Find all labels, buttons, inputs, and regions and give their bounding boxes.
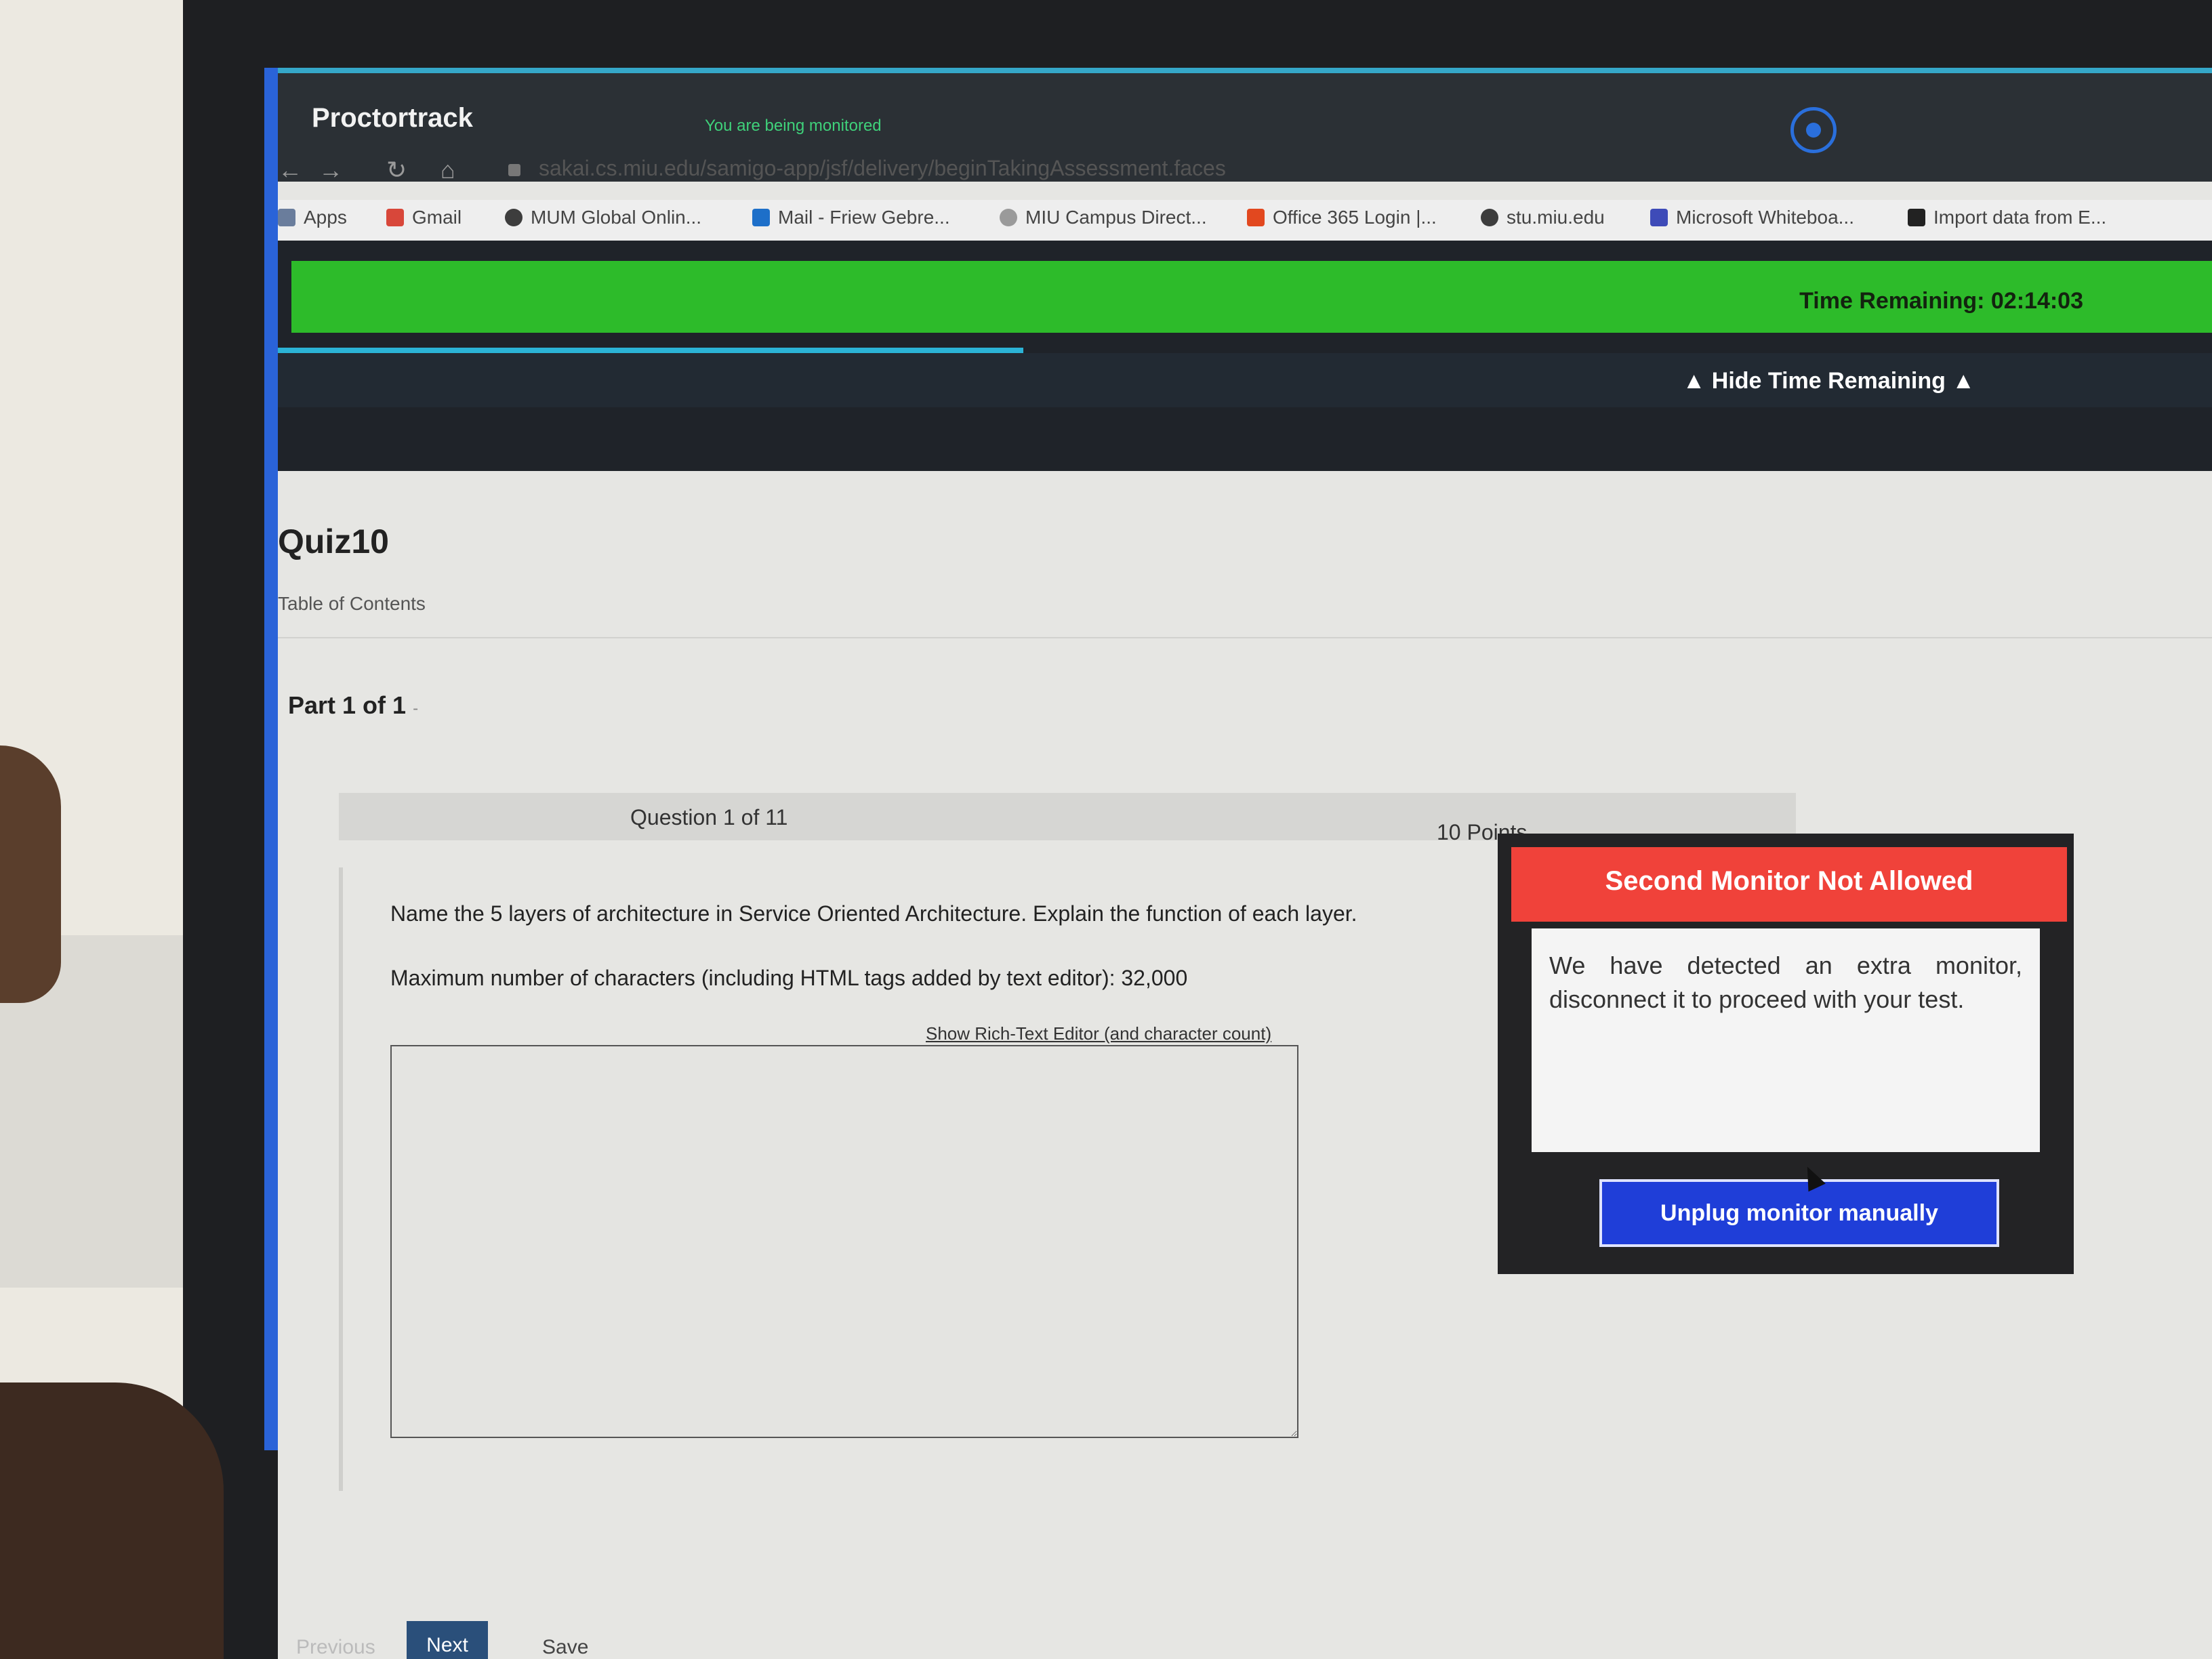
bookmark-stu-miu[interactable]: stu.miu.edu [1481,207,1605,228]
forward-arrow-icon[interactable]: → [319,156,343,184]
bookmark-label: Microsoft Whiteboa... [1676,207,1854,228]
proctortrack-title: Proctortrack [312,103,473,133]
office-icon [1247,209,1265,226]
apps-grid-icon [278,209,295,226]
reload-icon[interactable]: ↻ [386,156,407,184]
foreground-hand [0,1382,224,1659]
modal-title: Second Monitor Not Allowed [1605,866,1973,896]
eye-icon[interactable] [1790,107,1837,153]
background-hand [0,745,61,1003]
globe-icon [1481,209,1498,226]
modal-header: Second Monitor Not Allowed [1511,847,2067,922]
table-of-contents-link[interactable]: Table of Contents [278,593,426,615]
show-rich-text-editor-link[interactable]: Show Rich-Text Editor (and character cou… [926,1023,1271,1044]
bookmark-label: stu.miu.edu [1507,207,1605,228]
previous-button[interactable]: Previous [288,1626,384,1659]
bookmark-mum-global[interactable]: MUM Global Onlin... [505,207,701,228]
bookmark-apps[interactable]: Apps [278,207,347,228]
bookmark-mail[interactable]: Mail - Friew Gebre... [752,207,950,228]
unplug-monitor-button[interactable]: Unplug monitor manually [1599,1179,1999,1247]
part-label-text: Part 1 of 1 [288,691,407,719]
question-text: Name the 5 layers of architecture in Ser… [390,901,1357,926]
bookmark-label: MUM Global Onlin... [531,207,702,228]
bookmarks-bar: Apps Gmail MUM Global Onlin... Mail - Fr… [278,200,2212,241]
part-label-suffix: - [413,699,419,718]
whiteboard-icon [1650,209,1668,226]
home-icon[interactable]: ⌂ [441,156,455,184]
bookmark-label: Office 365 Login |... [1273,207,1437,228]
monitor-screen: Proctortrack You are being monitored ← →… [278,68,2212,1659]
bookmark-office365[interactable]: Office 365 Login |... [1247,207,1437,228]
bookmark-label: Apps [304,207,347,228]
hide-time-remaining-toggle[interactable]: ▲ Hide Time Remaining ▲ [1683,368,1975,394]
gmail-icon [386,209,404,226]
save-button[interactable]: Save [529,1626,602,1659]
browser-url-row: ← → ↻ ⌂ sakai.cs.miu.edu/samigo-app/jsf/… [278,156,2212,184]
back-arrow-icon[interactable]: ← [278,156,302,184]
second-monitor-modal: Second Monitor Not Allowed We have detec… [1498,834,2074,1274]
bookmark-miu-campus[interactable]: MIU Campus Direct... [1000,207,1207,228]
bookmark-label: Mail - Friew Gebre... [778,207,950,228]
address-bar[interactable]: sakai.cs.miu.edu/samigo-app/jsf/delivery… [539,156,1226,181]
question-number: Question 1 of 11 [630,805,788,830]
max-characters-note: Maximum number of characters (including … [390,966,1188,990]
campus-icon [1000,209,1017,226]
bookmark-import-data[interactable]: Import data from E... [1908,207,2106,228]
bookmark-label: MIU Campus Direct... [1025,207,1207,228]
time-remaining: Time Remaining: 02:14:03 [1799,288,2083,314]
import-icon [1908,209,1925,226]
question-body: Name the 5 layers of architecture in Ser… [339,867,1495,1491]
photo-scene: Proctortrack You are being monitored ← →… [0,0,2212,1659]
globe-icon [505,209,523,226]
hide-time-bar: ▲ Hide Time Remaining ▲ [278,353,2212,407]
bookmark-label: Gmail [412,207,462,228]
answer-textarea[interactable] [390,1045,1298,1438]
timer-band: Time Remaining: 02:14:03 ▲ Hide Time Rem… [278,241,2212,471]
outlook-icon [752,209,770,226]
bookmark-label: Import data from E... [1933,207,2107,228]
divider [278,637,2212,638]
lock-icon [508,164,520,176]
modal-message: We have detected an extra monitor, disco… [1532,928,2040,1152]
bookmark-whiteboard[interactable]: Microsoft Whiteboa... [1650,207,1854,228]
bookmark-gmail[interactable]: Gmail [386,207,462,228]
part-label: Part 1 of 1 - [288,691,418,720]
quiz-title: Quiz10 [278,523,389,560]
monitoring-notice: You are being monitored [705,117,882,135]
next-button[interactable]: Next [407,1621,488,1659]
